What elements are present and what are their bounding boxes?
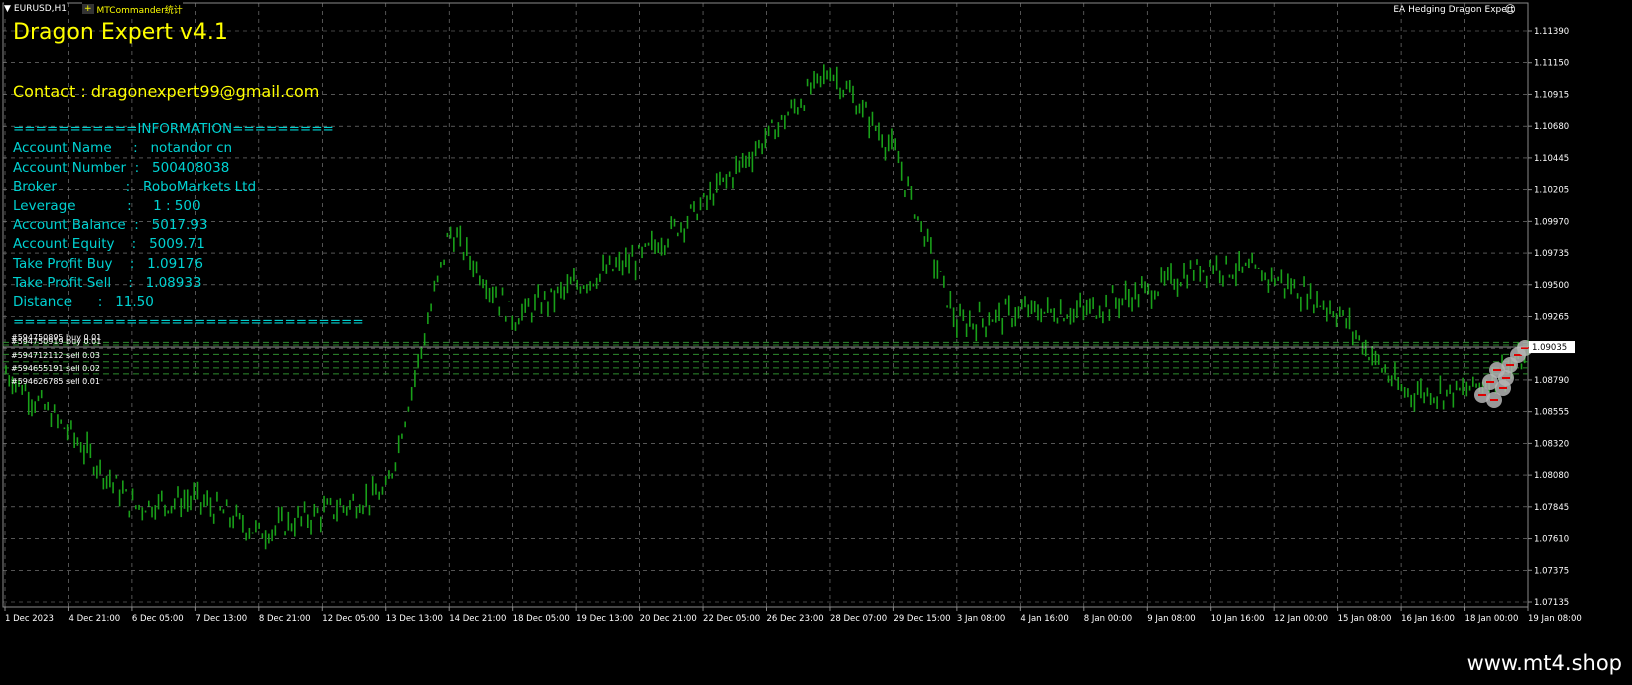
time-tick-label: 22 Dec 05:00 [703,614,760,624]
price-tick-label: 1.08080 [1534,471,1569,481]
price-candles [5,64,1529,550]
order-label: #594712112 sell 0.03 [11,351,100,360]
commander-tab-label: MTCommander统计 [96,5,183,16]
price-tick-label: 1.09500 [1534,281,1569,291]
time-tick-label: 15 Jan 08:00 [1338,614,1392,624]
watermark: www.mt4.shop [1466,651,1622,675]
chart-window[interactable]: 1.11390 1.11150 1.10915 1.10680 1.10445 1.102… [0,0,1632,685]
price-tick-label: 1.07135 [1534,598,1569,608]
time-tick-label: 9 Jan 08:00 [1147,614,1195,624]
price-tick-label: 1.08555 [1534,408,1569,418]
price-tick-label: 1.08320 [1534,439,1569,449]
info-broker: Broker : RoboMarkets Ltd [13,179,257,195]
time-tick-label: 29 Dec 15:00 [893,614,950,624]
smiley-icon: ☺ [1504,3,1516,16]
ea-title: Dragon Expert v4.1 [13,20,228,45]
ea-contact: Contact : dragonexpert99@gmail.com [13,82,320,101]
time-tick-label: 8 Dec 21:00 [259,614,311,624]
time-tick-label: 4 Dec 21:00 [68,614,120,624]
plus-icon: + [82,4,94,14]
time-tick-label: 14 Dec 21:00 [449,614,506,624]
time-tick-label: 7 Dec 13:00 [195,614,247,624]
price-tick-label: 1.10680 [1534,122,1569,132]
price-tick-label: 1.09735 [1534,249,1569,259]
order-label: #594750919 buy 0.01 [11,337,102,346]
price-tick-label: 1.08790 [1534,376,1569,386]
time-tick-label: 19 Jan 08:00 [1528,614,1582,624]
time-tick-label: 19 Dec 13:00 [576,614,633,624]
time-tick-label: 18 Jan 00:00 [1465,614,1519,624]
time-tick-label: 20 Dec 21:00 [640,614,697,624]
info-tp-sell: Take Profit Sell : 1.08933 [13,275,202,291]
time-tick-label: 8 Jan 00:00 [1084,614,1132,624]
info-header: ===========INFORMATION========= [13,121,334,137]
price-tick-label: 1.07610 [1534,535,1569,545]
time-tick-label: 6 Dec 05:00 [132,614,184,624]
time-tick-label: 3 Jan 08:00 [957,614,1005,624]
time-tick-label: 12 Jan 00:00 [1274,614,1328,624]
time-tick-label: 10 Jan 16:00 [1211,614,1265,624]
info-account-number: Account Number : 500408038 [13,160,230,176]
price-tick-label: 1.10915 [1534,90,1569,100]
price-tick-label: 1.10445 [1534,154,1569,164]
info-account-name: Account Name : notandor cn [13,140,233,156]
price-tick-label: 1.09265 [1534,313,1569,323]
time-tick-label: 12 Dec 05:00 [322,614,379,624]
info-balance: Account Balance : 5017.93 [13,217,208,233]
price-chart[interactable]: 1.11390 1.11150 1.10915 1.10680 1.10445 1.102… [0,0,1632,685]
time-axis: 1 Dec 2023 4 Dec 21:00 6 Dec 05:00 7 Dec 13… [4,607,1582,624]
info-equity: Account Equity : 5009.71 [13,236,205,252]
time-tick-label: 16 Jan 16:00 [1401,614,1455,624]
time-tick-label: 18 Dec 05:00 [513,614,570,624]
info-leverage: Leverage : 1 : 500 [13,198,201,214]
price-tick-label: 1.10205 [1534,186,1569,196]
ea-name-label: EA Hedging Dragon Expert [1393,5,1514,15]
info-tp-buy: Take Profit Buy : 1.09176 [13,256,203,272]
chart-tab[interactable]: ▼ EURUSD,H1 [4,2,68,16]
triangle-down-icon: ▼ [4,4,11,14]
price-tick-label: 1.07845 [1534,503,1569,513]
info-footer: =============================== [13,314,364,330]
commander-tab[interactable]: + MTCommander统计 [82,2,183,16]
chart-tab-label: EURUSD,H1 [13,4,68,14]
price-tick-label: 1.11390 [1534,27,1569,37]
time-tick-label: 28 Dec 07:00 [830,614,887,624]
time-tick-label: 1 Dec 2023 [5,614,54,624]
time-tick-label: 26 Dec 23:00 [767,614,824,624]
time-tick-label: 13 Dec 13:00 [386,614,443,624]
time-tick-label: 4 Jan 16:00 [1020,614,1068,624]
price-tick-label: 1.09970 [1534,217,1569,227]
price-tick-label: 1.07375 [1534,566,1569,576]
order-label: #594626785 sell 0.01 [11,377,100,386]
price-tick-label: 1.11150 [1534,59,1569,69]
info-distance: Distance : 11.50 [13,294,154,310]
order-label: #594655191 sell 0.02 [11,364,100,373]
current-price-label: 1.09035 [1532,343,1567,353]
